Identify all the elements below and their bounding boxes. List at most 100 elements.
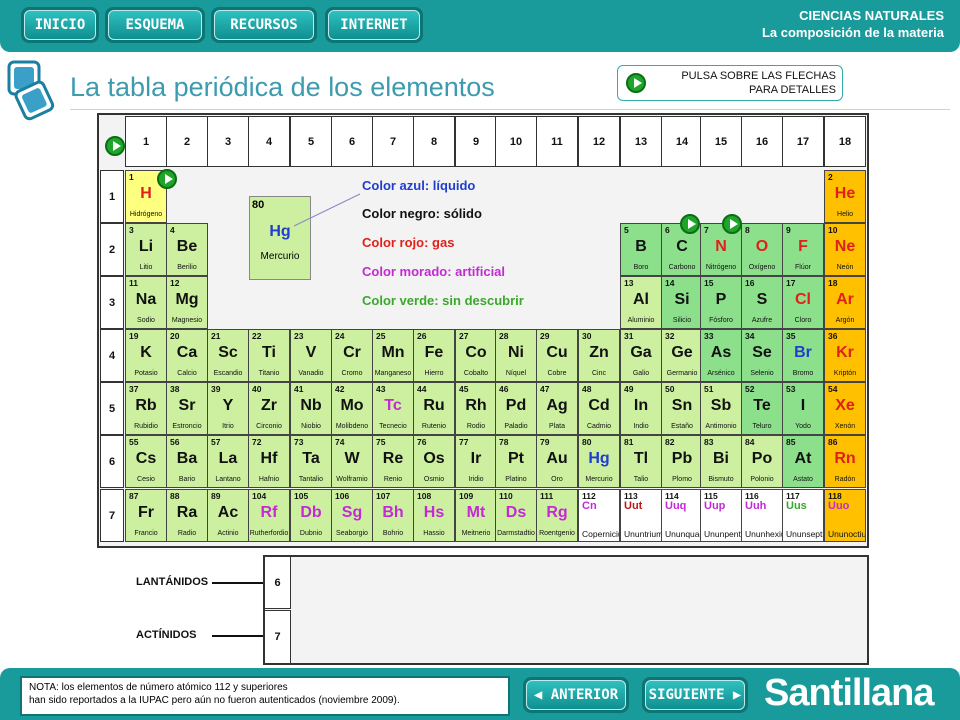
element-cell[interactable]: 29 Cu Cobre — [536, 329, 578, 382]
element-cell[interactable]: 117UusUnunseptium — [782, 489, 824, 542]
element-cell[interactable]: 22 Ti Titanio — [248, 329, 290, 382]
element-cell[interactable]: 38 Sr Estroncio — [166, 382, 208, 435]
element-cell[interactable]: 85 At Astato — [782, 435, 824, 488]
element-cell[interactable]: 82 Pb Plomo — [661, 435, 703, 488]
element-cell[interactable]: 8 O Oxígeno — [741, 223, 783, 276]
element-cell[interactable]: 31 Ga Galio — [620, 329, 662, 382]
element-cell[interactable]: 2 He Helio — [824, 170, 866, 223]
element-cell[interactable]: 52 Te Teluro — [741, 382, 783, 435]
element-cell[interactable]: 49 In Indio — [620, 382, 662, 435]
element-cell[interactable]: 114UuqUnunquadium — [661, 489, 703, 542]
element-cell[interactable]: 39 Y Itrio — [207, 382, 249, 435]
element-cell[interactable]: 10 Ne Neón — [824, 223, 866, 276]
element-cell[interactable]: 74 W Wolframio — [331, 435, 373, 488]
element-cell[interactable]: 79 Au Oro — [536, 435, 578, 488]
element-symbol: Ds — [505, 504, 527, 521]
element-cell[interactable]: 14 Si Silicio — [661, 276, 703, 329]
element-cell[interactable]: 12 Mg Magnesio — [166, 276, 208, 329]
element-cell[interactable]: 111 Rg Roentgenio — [536, 489, 578, 542]
element-cell[interactable]: 83 Bi Bismuto — [700, 435, 742, 488]
element-cell[interactable]: 41 Nb Niobio — [290, 382, 332, 435]
element-cell[interactable]: 36 Kr Kriptón — [824, 329, 866, 382]
element-cell[interactable]: 116UuhUnunhexium — [741, 489, 783, 542]
element-cell[interactable]: 87 Fr Francio — [125, 489, 167, 542]
element-cell[interactable]: 118UuoUnunoctium — [824, 489, 866, 542]
element-cell[interactable]: 27 Co Cobalto — [455, 329, 497, 382]
element-cell[interactable]: 5 B Boro — [620, 223, 662, 276]
element-cell[interactable]: 3 Li Litio — [125, 223, 167, 276]
element-cell[interactable]: 20 Ca Calcio — [166, 329, 208, 382]
element-cell[interactable]: 23 V Vanadio — [290, 329, 332, 382]
element-cell[interactable]: 43 Tc Tecnecio — [372, 382, 414, 435]
element-cell[interactable]: 108 Hs Hassio — [413, 489, 455, 542]
element-cell[interactable]: 50 Sn Estaño — [661, 382, 703, 435]
play-icon[interactable] — [105, 136, 125, 156]
element-cell[interactable]: 75 Re Renio — [372, 435, 414, 488]
inicio-button[interactable]: INICIO — [21, 7, 99, 43]
element-cell[interactable]: 33 As Arsénico — [700, 329, 742, 382]
element-name: Plomo — [672, 476, 692, 483]
element-cell[interactable]: 53 I Yodo — [782, 382, 824, 435]
element-cell[interactable]: 28 Ni Níquel — [495, 329, 537, 382]
element-cell[interactable]: 84 Po Polonio — [741, 435, 783, 488]
element-cell[interactable]: 57 La Lantano — [207, 435, 249, 488]
element-cell[interactable]: 106 Sg Seaborgio — [331, 489, 373, 542]
element-cell[interactable]: 72 Hf Hafnio — [248, 435, 290, 488]
element-cell[interactable]: 104 Rf Rutherfordio — [248, 489, 290, 542]
element-cell[interactable]: 55 Cs Cesio — [125, 435, 167, 488]
element-cell[interactable]: 25 Mn Manganeso — [372, 329, 414, 382]
element-cell[interactable]: 17 Cl Cloro — [782, 276, 824, 329]
element-cell[interactable]: 110 Ds Darmstadtio — [495, 489, 537, 542]
internet-button[interactable]: INTERNET — [325, 7, 423, 43]
element-cell[interactable]: 56 Ba Bario — [166, 435, 208, 488]
next-button[interactable]: SIGUIENTE ▶ — [642, 677, 748, 713]
element-cell[interactable]: 78 Pt Platino — [495, 435, 537, 488]
element-cell[interactable]: 34 Se Selenio — [741, 329, 783, 382]
element-cell[interactable]: 115UupUnunpentium — [700, 489, 742, 542]
element-cell[interactable]: 16 S Azufre — [741, 276, 783, 329]
previous-button[interactable]: ◀ ANTERIOR — [523, 677, 629, 713]
play-icon[interactable] — [626, 73, 646, 93]
element-cell[interactable]: 81 Tl Talio — [620, 435, 662, 488]
element-cell[interactable]: 76 Os Osmio — [413, 435, 455, 488]
element-cell[interactable]: 4 Be Berilio — [166, 223, 208, 276]
element-cell[interactable]: 51 Sb Antimonio — [700, 382, 742, 435]
element-cell[interactable]: 44 Ru Rutenio — [413, 382, 455, 435]
element-cell[interactable]: 109 Mt Meitnerio — [455, 489, 497, 542]
play-icon[interactable] — [680, 214, 700, 234]
element-cell[interactable]: 42 Mo Molibdeno — [331, 382, 373, 435]
element-cell[interactable]: 113 Uut Ununtrium — [620, 489, 662, 542]
element-cell[interactable]: 47 Ag Plata — [536, 382, 578, 435]
element-cell[interactable]: 89 Ac Actinio — [207, 489, 249, 542]
esquema-button[interactable]: ESQUEMA — [105, 7, 205, 43]
element-cell[interactable]: 15 P Fósforo — [700, 276, 742, 329]
element-cell[interactable]: 26 Fe Hierro — [413, 329, 455, 382]
element-cell[interactable]: 35 Br Bromo — [782, 329, 824, 382]
element-cell[interactable]: 18 Ar Argón — [824, 276, 866, 329]
element-cell[interactable]: 46 Pd Paladio — [495, 382, 537, 435]
play-icon[interactable] — [722, 214, 742, 234]
recursos-button[interactable]: RECURSOS — [211, 7, 317, 43]
element-cell[interactable]: 9 F Flúor — [782, 223, 824, 276]
element-cell[interactable]: 11 Na Sodio — [125, 276, 167, 329]
element-cell[interactable]: 54 Xe Xenón — [824, 382, 866, 435]
element-cell[interactable]: 105 Db Dubnio — [290, 489, 332, 542]
element-cell[interactable]: 86 Rn Radón — [824, 435, 866, 488]
play-icon[interactable] — [157, 169, 177, 189]
element-cell[interactable]: 19 K Potasio — [125, 329, 167, 382]
element-cell[interactable]: 112CnCopernicium — [578, 489, 620, 542]
element-cell[interactable]: 24 Cr Cromo — [331, 329, 373, 382]
element-cell[interactable]: 21 Sc Escandio — [207, 329, 249, 382]
element-cell[interactable]: 40 Zr Circonio — [248, 382, 290, 435]
element-cell[interactable]: 32 Ge Germanio — [661, 329, 703, 382]
element-cell[interactable]: 37 Rb Rubidio — [125, 382, 167, 435]
element-cell[interactable]: 45 Rh Rodio — [455, 382, 497, 435]
element-cell[interactable]: 77 Ir Iridio — [455, 435, 497, 488]
element-cell[interactable]: 13 Al Aluminio — [620, 276, 662, 329]
element-cell[interactable]: 80 Hg Mercurio — [578, 435, 620, 488]
element-cell[interactable]: 73 Ta Tantalio — [290, 435, 332, 488]
element-cell[interactable]: 107 Bh Bohrio — [372, 489, 414, 542]
element-cell[interactable]: 48 Cd Cadmio — [578, 382, 620, 435]
element-cell[interactable]: 88 Ra Radio — [166, 489, 208, 542]
element-cell[interactable]: 30 Zn Cinc — [578, 329, 620, 382]
